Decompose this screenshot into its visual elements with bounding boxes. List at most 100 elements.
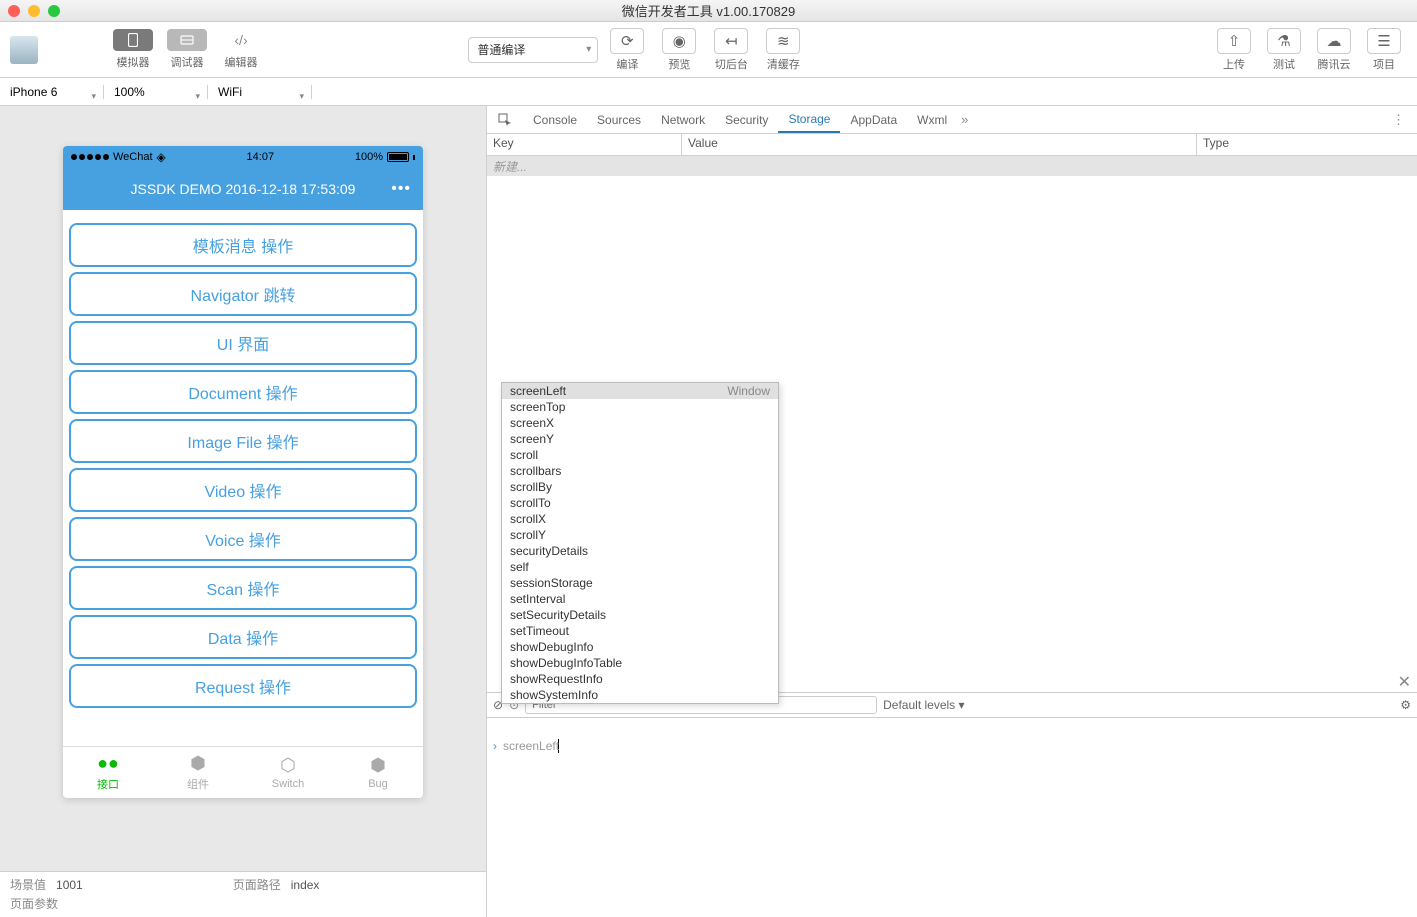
- demo-button[interactable]: UI 界面: [69, 321, 417, 365]
- ac-item[interactable]: sessionStorage: [502, 575, 778, 591]
- close-icon[interactable]: [8, 5, 20, 17]
- ac-item[interactable]: setSecurityDetails: [502, 607, 778, 623]
- preview-button[interactable]: ◉ 预览: [662, 28, 696, 72]
- time-label: 14:07: [247, 151, 275, 163]
- ac-item[interactable]: scrollY: [502, 527, 778, 543]
- ac-item[interactable]: screenX: [502, 415, 778, 431]
- demo-button[interactable]: Voice 操作: [69, 517, 417, 561]
- log-levels-select[interactable]: Default levels ▾: [883, 698, 964, 712]
- signal-dots-icon: [71, 154, 109, 160]
- battery-area: 100%: [355, 151, 415, 163]
- col-key[interactable]: Key: [487, 134, 682, 155]
- ac-item[interactable]: scrollX: [502, 511, 778, 527]
- tab-api[interactable]: ●● 接口: [63, 747, 153, 798]
- test-button[interactable]: ⚗ 测试: [1267, 28, 1301, 72]
- ac-item[interactable]: showRequestInfo: [502, 671, 778, 687]
- ac-item[interactable]: showSystemInfo: [502, 687, 778, 703]
- signal-area: WeChat ◈: [71, 150, 166, 164]
- col-type[interactable]: Type: [1197, 134, 1417, 155]
- upload-button[interactable]: ⇧ 上传: [1217, 28, 1251, 72]
- devtools-menu-icon[interactable]: ⋮: [1386, 112, 1411, 128]
- demo-button[interactable]: Image File 操作: [69, 419, 417, 463]
- ac-item[interactable]: securityDetails: [502, 543, 778, 559]
- tab-bug[interactable]: ⬢ Bug: [333, 747, 423, 798]
- zoom-select[interactable]: 100%: [104, 85, 208, 99]
- clear-cache-button[interactable]: ≋ 清缓存: [766, 28, 800, 72]
- tab-network[interactable]: Network: [651, 106, 715, 133]
- tab-security[interactable]: Security: [715, 106, 778, 133]
- demo-button[interactable]: Document 操作: [69, 370, 417, 414]
- ac-item[interactable]: scroll: [502, 447, 778, 463]
- phone-page: 模板消息 操作 Navigator 跳转 UI 界面 Document 操作 I…: [63, 210, 423, 746]
- flask-icon: ⚗: [1267, 28, 1301, 54]
- avatar[interactable]: [10, 36, 38, 64]
- nav-more-icon[interactable]: •••: [391, 180, 411, 198]
- demo-button[interactable]: Video 操作: [69, 468, 417, 512]
- demo-button[interactable]: Request 操作: [69, 664, 417, 708]
- ac-item[interactable]: self: [502, 559, 778, 575]
- ac-item[interactable]: screenTop: [502, 399, 778, 415]
- phone-tabbar: ●● 接口 ⬢ 组件 ⬡ Switch ⬢ Bug: [63, 746, 423, 798]
- compile-mode-select[interactable]: 普通编译: [468, 37, 598, 63]
- compile-button[interactable]: ⟳ 编译: [610, 28, 644, 72]
- ac-item[interactable]: setInterval: [502, 591, 778, 607]
- path-value: index: [291, 878, 320, 892]
- cloud-button[interactable]: ☁ 腾讯云: [1317, 28, 1351, 72]
- tab-sources[interactable]: Sources: [587, 106, 651, 133]
- ac-item[interactable]: scrollbars: [502, 463, 778, 479]
- demo-button[interactable]: 模板消息 操作: [69, 223, 417, 267]
- ac-item[interactable]: showDebugInfo: [502, 639, 778, 655]
- simulator-pane: WeChat ◈ 14:07 100% JSSDK DEMO 2016-12-1…: [0, 106, 486, 917]
- tab-console[interactable]: Console: [523, 106, 587, 133]
- layers-icon: ≋: [766, 28, 800, 54]
- storage-table-header: Key Value Type: [487, 134, 1417, 156]
- demo-button[interactable]: Scan 操作: [69, 566, 417, 610]
- tab-switch[interactable]: ⬡ Switch: [243, 747, 333, 798]
- cloud-icon: ☁: [1317, 28, 1351, 54]
- phone-statusbar: WeChat ◈ 14:07 100%: [63, 146, 423, 168]
- simulator-toggle[interactable]: 模拟器: [108, 28, 158, 72]
- demo-button[interactable]: Data 操作: [69, 615, 417, 659]
- autocomplete-popup: screenLeftWindow screenTop screenX scree…: [501, 382, 779, 704]
- scene-label: 场景值: [10, 878, 46, 892]
- devtools-pane: Console Sources Network Security Storage…: [486, 106, 1417, 917]
- console-close-icon[interactable]: ✕: [1398, 672, 1411, 692]
- col-value[interactable]: Value: [682, 134, 1197, 155]
- maximize-icon[interactable]: [48, 5, 60, 17]
- eye-icon: ◉: [662, 28, 696, 54]
- new-row[interactable]: 新建...: [487, 156, 1417, 176]
- battery-pct: 100%: [355, 151, 383, 163]
- window-title: 微信开发者工具 v1.00.170829: [622, 1, 795, 20]
- editor-toggle[interactable]: ‹/› 编辑器: [216, 28, 266, 72]
- traffic-lights: [8, 5, 60, 17]
- ac-item[interactable]: screenLeftWindow: [502, 383, 778, 399]
- switch-icon: ⬡: [276, 756, 300, 776]
- console-input[interactable]: screenLeft: [503, 739, 559, 753]
- tab-appdata[interactable]: AppData: [840, 106, 907, 133]
- demo-button[interactable]: Navigator 跳转: [69, 272, 417, 316]
- prompt-icon: ›: [493, 739, 497, 753]
- ac-item[interactable]: setTimeout: [502, 623, 778, 639]
- background-button[interactable]: ↤ 切后台: [714, 28, 748, 72]
- code-icon: ‹/›: [221, 29, 261, 51]
- tab-component[interactable]: ⬢ 组件: [153, 747, 243, 798]
- console-input-row[interactable]: › screenLeft: [487, 736, 1417, 756]
- element-picker-icon[interactable]: [493, 108, 517, 132]
- device-select[interactable]: iPhone 6: [0, 85, 104, 99]
- debugger-icon: [167, 29, 207, 51]
- project-button[interactable]: ☰ 项目: [1367, 28, 1401, 72]
- ac-item[interactable]: screenY: [502, 431, 778, 447]
- toolbar-right: ⇧ 上传 ⚗ 测试 ☁ 腾讯云 ☰ 项目: [1211, 28, 1407, 72]
- minimize-icon[interactable]: [28, 5, 40, 17]
- tabs-overflow-icon[interactable]: »: [961, 112, 968, 127]
- ac-item[interactable]: showDebugInfoTable: [502, 655, 778, 671]
- titlebar: 微信开发者工具 v1.00.170829: [0, 0, 1417, 22]
- tab-wxml[interactable]: Wxml: [907, 106, 957, 133]
- component-icon: ⬢: [186, 754, 210, 774]
- debugger-toggle[interactable]: 调试器: [162, 28, 212, 72]
- tab-storage[interactable]: Storage: [778, 106, 840, 133]
- console-settings-icon[interactable]: ⚙: [1400, 698, 1411, 712]
- ac-item[interactable]: scrollTo: [502, 495, 778, 511]
- network-select[interactable]: WiFi: [208, 85, 312, 99]
- ac-item[interactable]: scrollBy: [502, 479, 778, 495]
